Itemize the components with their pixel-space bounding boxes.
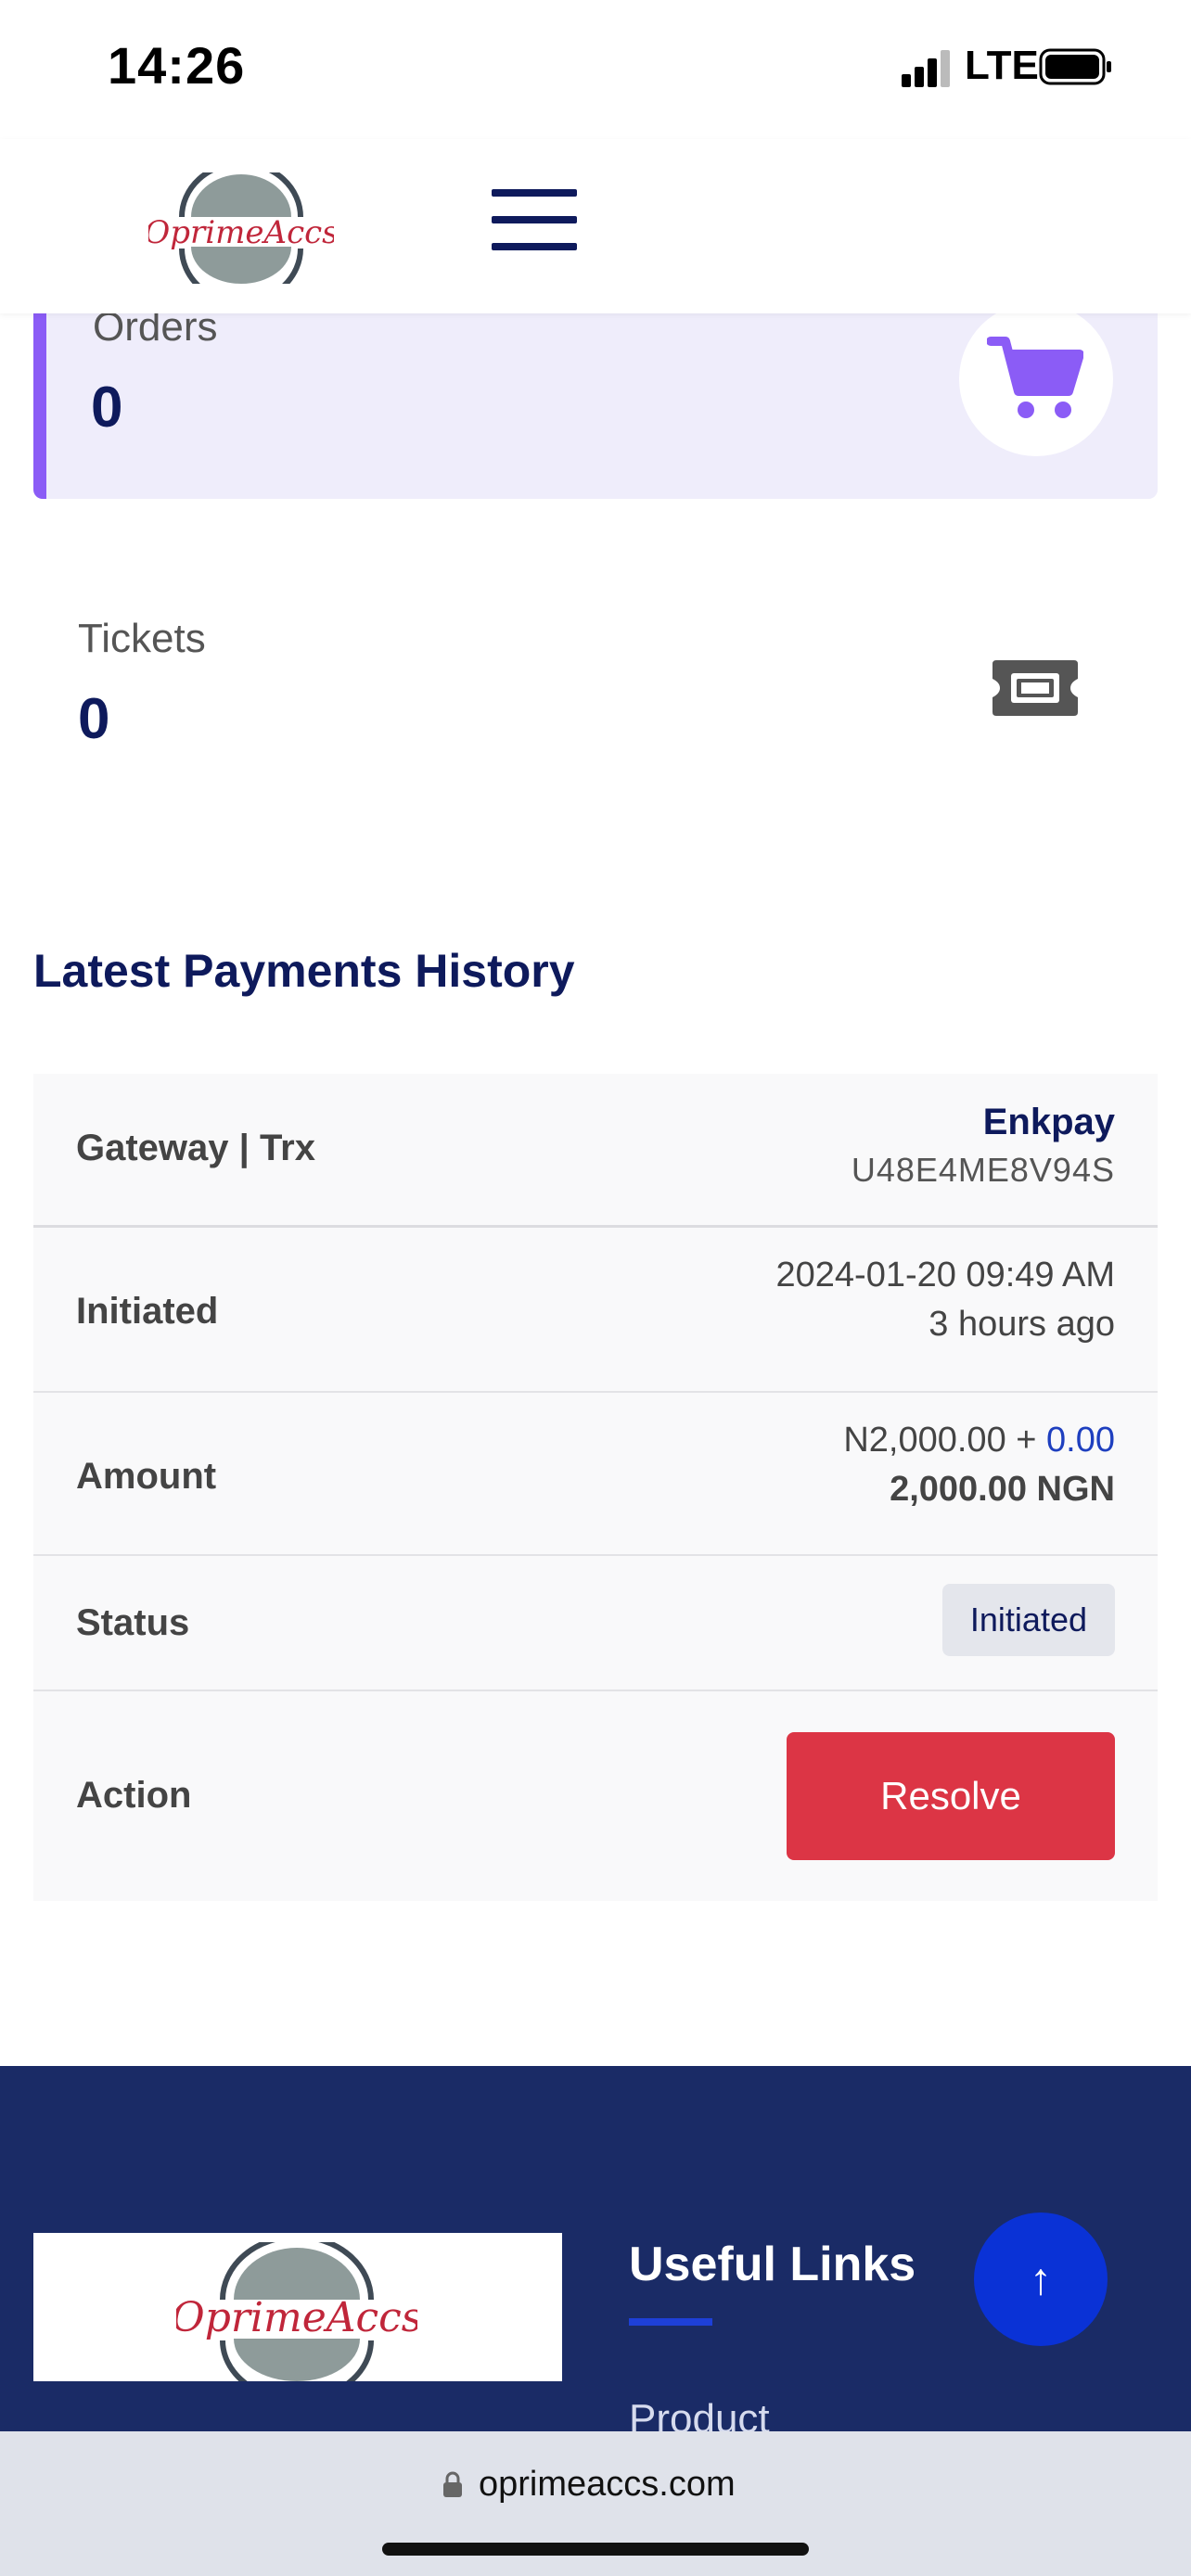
gateway-label: Gateway | Trx [76,1128,315,1168]
status-row: Status Initiated [33,1556,1158,1691]
amount-plus: + [1005,1421,1047,1460]
status-label: Status [76,1602,190,1643]
gateway-row: Gateway | Trx Enkpay U48E4ME8V94S [33,1074,1158,1228]
initiated-label: Initiated [76,1291,219,1332]
footer-brand-logo[interactable]: OprimeAccs [176,2242,417,2381]
status-badge: Initiated [941,1584,1115,1656]
status-time: 14:26 [108,36,246,95]
initiated-relative: 3 hours ago [928,1305,1115,1344]
tickets-value: 0 [78,687,110,751]
scroll-to-top-button[interactable]: ↑ [974,2213,1108,2346]
initiated-datetime: 2024-01-20 09:49 AM [775,1256,1116,1294]
initiated-row: Initiated 2024-01-20 09:49 AM 3 hours ag… [33,1228,1158,1393]
tickets-label: Tickets [78,616,206,661]
action-label: Action [76,1775,192,1816]
resolve-button[interactable]: Resolve [787,1732,1115,1860]
ticket-icon [992,660,1078,716]
amount-label: Amount [76,1456,217,1497]
signal-icon [902,50,950,87]
brand-logo[interactable]: OprimeAccs [148,172,334,284]
action-row: Action Resolve [33,1691,1158,1901]
hamburger-menu-icon[interactable] [492,184,577,256]
amount-row: Amount N2,000.00 + 0.00 2,000.00 NGN [33,1393,1158,1556]
amount-base: N2,000.00 [843,1421,1006,1460]
amount-charge: 0.00 [1046,1421,1115,1460]
useful-links-title: Useful Links [629,2238,916,2291]
transaction-id: U48E4ME8V94S [851,1151,1115,1189]
home-indicator[interactable] [382,2543,809,2556]
arrow-up-icon: ↑ [1030,2254,1052,2304]
network-label: LTE [965,43,1039,88]
shopping-cart-icon [987,337,1083,418]
gateway-values: Enkpay U48E4ME8V94S [852,1102,1115,1190]
orders-value: 0 [91,376,123,440]
payment-details-table: Gateway | Trx Enkpay U48E4ME8V94S Initia… [33,1074,1158,1901]
useful-links-underline [629,2318,712,2326]
amount-values: N2,000.00 + 0.00 2,000.00 NGN [843,1421,1115,1510]
gateway-name: Enkpay [982,1102,1115,1142]
browser-url[interactable]: oprimeaccs.com [479,2465,736,2505]
amount-total: 2,000.00 NGN [890,1470,1115,1509]
initiated-values: 2024-01-20 09:49 AM 3 hours ago [776,1256,1116,1345]
brand-logo-text: OprimeAccs [148,214,334,251]
payments-section-title: Latest Payments History [33,945,575,997]
footer-logo-text: OprimeAccs [176,2294,417,2341]
lock-icon [443,2471,462,2497]
battery-icon [1039,48,1111,85]
